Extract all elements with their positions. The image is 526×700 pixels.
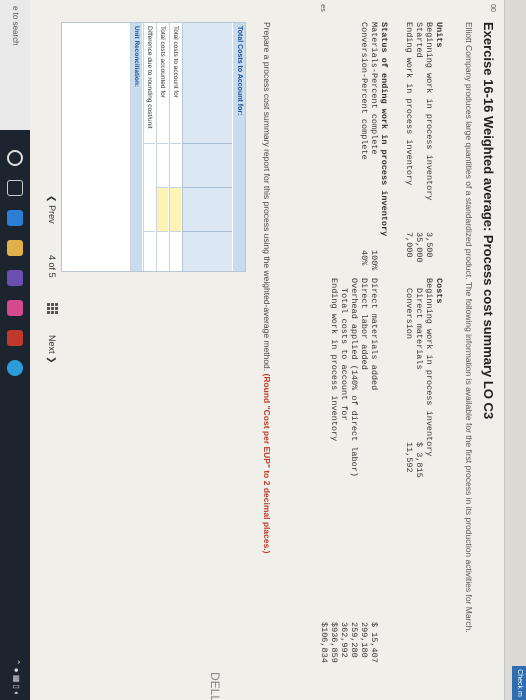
costs-row-value: $ 3,815 — [414, 442, 424, 478]
cortana-icon[interactable] — [7, 150, 23, 166]
status-row-value: 100% — [369, 250, 379, 271]
input-cell[interactable] — [170, 187, 181, 231]
input-cell[interactable] — [144, 143, 155, 187]
costs-row-value: 11,592 — [404, 442, 414, 473]
next-label: Next — [47, 335, 57, 354]
costs-row-label: Conversion — [404, 288, 414, 340]
costs-row-value: $106,834 — [319, 622, 329, 663]
table-row: Difference due to rounding cost/unit — [143, 23, 155, 271]
question-navigation: ❮ Prev 4 of 5 Next ❯ — [40, 195, 64, 495]
edge-icon[interactable] — [7, 210, 23, 226]
input-cell[interactable] — [170, 143, 181, 187]
side-badge-score: 00 — [489, 4, 496, 12]
costs-heading: Costs — [434, 278, 444, 304]
media-icon[interactable] — [7, 330, 23, 346]
input-cell[interactable] — [144, 231, 155, 271]
top-toolbar: Check m — [504, 0, 526, 700]
row-label: Difference due to rounding cost/unit — [146, 26, 153, 129]
status-row-value: 40% — [359, 250, 369, 266]
page-total: 5 — [47, 272, 57, 278]
costs-row-label: Ending work in process inventory — [329, 278, 339, 442]
rotated-screen: Check m 00 es Exercise 16-16 Weighted av… — [0, 0, 526, 700]
instructions-rounding-note: (Round "Cost per EUP" to 2 decimal place… — [262, 373, 272, 554]
chrome-icon[interactable] — [7, 360, 23, 376]
costs-row-label: Beginning work in process inventory — [424, 278, 434, 457]
page-of: of — [47, 262, 57, 271]
taskbar-search[interactable]: e to search — [0, 0, 30, 130]
status-heading: Status of ending work in process invento… — [379, 22, 389, 237]
costs-row-value: 362,992 — [339, 622, 349, 658]
input-column[interactable] — [182, 231, 232, 276]
units-heading: Units — [434, 22, 444, 48]
page-current: 4 — [47, 255, 57, 261]
prev-button[interactable]: ❮ Prev — [44, 195, 60, 224]
costs-row-label: Total costs to account for — [339, 288, 349, 421]
units-row-label: Started — [414, 22, 424, 58]
browser-screen: Check m 00 es Exercise 16-16 Weighted av… — [0, 0, 526, 700]
chevron-left-icon: ❮ — [47, 195, 57, 203]
row-label: Total costs accounted for — [159, 26, 166, 98]
page-indicator: 4 of 5 — [44, 255, 60, 278]
costs-row-value: $ 15,407 — [369, 622, 379, 663]
task-view-icon[interactable] — [7, 180, 23, 196]
table-header: Total Costs to Account for: — [233, 23, 245, 271]
store-icon[interactable] — [7, 270, 23, 286]
input-cell[interactable] — [157, 231, 168, 271]
chevron-right-icon: ❯ — [47, 356, 57, 364]
prev-label: Prev — [47, 205, 57, 224]
costs-row-value: $936,859 — [329, 622, 339, 663]
table-section-row: Unit Reconciliation: — [130, 23, 142, 271]
input-cell[interactable] — [157, 143, 168, 187]
check-my-work-button[interactable]: Check m — [512, 666, 526, 700]
instructions: Prepare a process cost summary report fo… — [261, 22, 272, 662]
file-explorer-icon[interactable] — [7, 240, 23, 256]
units-row-label: Beginning work in process inventory — [424, 22, 434, 201]
units-row-value: 35,000 — [414, 232, 424, 263]
row-label: Unit Reconciliation: — [133, 26, 140, 88]
status-row-label: Materials-Percent complete — [369, 22, 379, 155]
input-column[interactable] — [182, 187, 232, 232]
units-row-value: 7,000 — [404, 232, 414, 258]
dell-logo: DELL — [208, 671, 223, 700]
photo-frame: Check m 00 es Exercise 16-16 Weighted av… — [0, 0, 526, 700]
cost-summary-table: Total Costs to Account for: Total costs … — [61, 22, 246, 276]
units-row-value: 3,500 — [424, 232, 434, 258]
costs-row-label: Direct materials — [414, 288, 424, 370]
table-row: Total costs accounted for — [156, 23, 168, 271]
status-row-label: Conversion-Percent complete — [359, 22, 369, 160]
costs-row-label: Direct labor added — [359, 278, 369, 370]
system-tray: ⌃ ● ▦ ▯ ◐ — [12, 658, 21, 696]
costs-row-value: 299,180 — [359, 622, 369, 658]
exercise-title: Exercise 16-16 Weighted average: Process… — [481, 22, 496, 420]
costs-row-label: Direct materials added — [369, 278, 379, 391]
table-row: Total costs to account for — [169, 23, 181, 271]
instructions-text: Prepare a process cost summary report fo… — [262, 22, 272, 372]
costs-row-label: Overhead applied (140% of direct labor) — [349, 278, 359, 477]
app-icon[interactable] — [7, 300, 23, 316]
input-cell[interactable] — [170, 231, 181, 271]
next-button[interactable]: Next ❯ — [44, 335, 60, 364]
windows-taskbar: e to search ⌃ ● ▦ ▯ ◐ — [0, 0, 30, 700]
question-panel: Exercise 16-16 Weighted average: Process… — [61, 22, 496, 680]
units-row-label: Ending work in process inventory — [404, 22, 414, 186]
input-column[interactable] — [182, 143, 232, 188]
side-badge-section: es — [319, 4, 326, 12]
row-label: Total costs to account for — [172, 26, 179, 98]
exercise-intro: Elliott Company produces large quantitie… — [464, 22, 474, 633]
table-input-area — [182, 23, 232, 276]
input-cell[interactable] — [157, 187, 168, 231]
given-data-block: Units Beginning work in process inventor… — [304, 22, 444, 672]
costs-row-value: 259,280 — [349, 622, 359, 658]
grid-icon[interactable] — [46, 303, 58, 315]
